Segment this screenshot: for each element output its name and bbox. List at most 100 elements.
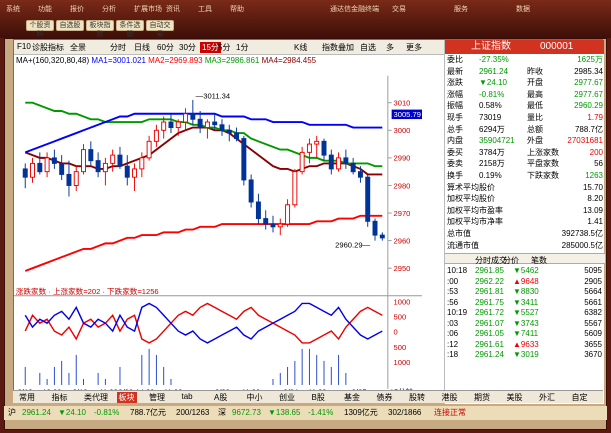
toolbar-item[interactable]: 1分 [236, 42, 248, 53]
candle-body [255, 201, 261, 220]
tick-volume: ▲9648 [513, 276, 539, 286]
status-index1-pct: -0.81% [94, 408, 120, 417]
bottom-tab[interactable]: 类代理 [84, 392, 108, 403]
candle-body [314, 140, 320, 145]
candle-body [22, 168, 28, 178]
quote-value: 0.19% [479, 171, 502, 180]
toolbar-item[interactable]: 分时 [110, 42, 126, 53]
menu-item[interactable]: 帮助 [230, 4, 244, 14]
top-link[interactable]: 数据 [516, 4, 530, 14]
quote-value: 200 [589, 147, 603, 157]
tick-row: :53 2961.81 ▼8830 5664 [445, 287, 605, 296]
quote-row: 算术平均股价 15.70 [445, 183, 605, 193]
bottom-tab[interactable]: 美股 [507, 392, 523, 403]
tick-time: :53 [447, 287, 459, 296]
quote-value: 35904721 [479, 136, 515, 146]
quote-row: 总手 6294万 总额 788.7亿 [445, 125, 605, 135]
toolbar-item[interactable]: 指标 [48, 42, 64, 53]
bottom-tab[interactable]: 股转 [409, 392, 425, 403]
top-link[interactable]: 交易 [392, 4, 406, 14]
bottom-tab[interactable]: 自定 [572, 392, 588, 403]
toolbar-item[interactable]: F10 [17, 42, 31, 51]
menu-item[interactable]: 扩展市场 [134, 4, 162, 14]
tick-time: :03 [447, 318, 459, 328]
status-index1-ud: 200/1263 [176, 408, 210, 417]
quote-label: 换手 [447, 171, 463, 180]
bottom-tab[interactable]: 板块 [116, 392, 137, 403]
quote-tab[interactable]: 笔数 [531, 255, 547, 266]
toolbar-item[interactable]: 60分 [157, 42, 174, 53]
tool-button[interactable]: 自选股 [56, 20, 84, 31]
quote-value: 1263 [585, 171, 603, 180]
menu-item[interactable]: 报价 [70, 4, 84, 14]
toolbar-item[interactable]: 指数叠加 [322, 42, 354, 53]
quote-row: 委比 -27.35% 1625万 [445, 55, 605, 65]
tick-volume: ▼3411 [513, 297, 539, 307]
top-link[interactable]: 服务 [454, 4, 468, 14]
bottom-tab[interactable]: tab [182, 392, 193, 401]
bottom-tab[interactable]: 创业 [279, 392, 295, 403]
menu-item[interactable]: 资讯 [166, 4, 180, 14]
bottom-tab[interactable]: B股 [312, 392, 325, 403]
toolbar-item[interactable]: 日线 [134, 42, 150, 53]
tick-row: 10:19 2961.72 ▼5527 6382 [445, 308, 605, 317]
bottom-tab[interactable]: 期货 [474, 392, 490, 403]
toolbar-item[interactable]: 30分 [179, 42, 196, 53]
bottom-tab[interactable]: 指标 [52, 392, 68, 403]
quote-value: 1625万 [577, 55, 603, 64]
status-index1: 2961.24 [22, 408, 51, 417]
candle-body [270, 223, 276, 228]
ma4-value: MA4=2984.455 [261, 56, 317, 65]
bottom-tab[interactable]: 债券 [377, 392, 393, 403]
quote-value: 788.7亿 [574, 124, 603, 134]
quote-tabs: 分时成交 分价 笔数 [445, 253, 605, 266]
tool-button[interactable]: 板块指数 [86, 20, 114, 38]
toolbar-item[interactable]: 诊股 [32, 42, 48, 53]
quote-tab[interactable]: 分价 [503, 255, 519, 266]
quote-value: 2977.67 [574, 78, 603, 88]
candle-body [73, 171, 79, 186]
bottom-tab[interactable]: 基金 [344, 392, 360, 403]
candle-body [241, 138, 247, 181]
toolbar-item[interactable]: 5分 [218, 42, 230, 53]
quote-label: 最低 [527, 101, 543, 111]
bottom-tab[interactable]: 外汇 [539, 392, 555, 403]
kline-chart[interactable]: 3010 3000 2990 2980 2970 2960 2950 3005.79 —3011… [14, 66, 422, 406]
candle-body [102, 162, 108, 173]
bottom-tab[interactable]: 常用 [19, 392, 35, 403]
quote-label: 下跌家数 [527, 171, 559, 180]
menu-item[interactable]: 分析 [102, 4, 116, 14]
toolbar-item[interactable]: 自选 [360, 42, 376, 53]
candle-body [350, 162, 356, 173]
quote-label: 流通市值 [447, 240, 479, 250]
ma3-value: MA3=2986.861 [204, 56, 260, 65]
quote-row: 加权平均市净率 1.41 [445, 217, 605, 227]
menu-item[interactable]: 工具 [198, 4, 212, 14]
menu-item[interactable]: 系统 [6, 4, 20, 14]
tick-price: 2961.81 [475, 287, 504, 296]
candle-body [132, 168, 138, 178]
tool-button[interactable]: 条件选股 [116, 20, 144, 38]
toolbar-item[interactable]: K线 [294, 42, 307, 53]
tool-button[interactable]: 个股资料 [26, 20, 54, 38]
bottom-tab[interactable]: 中小 [247, 392, 263, 403]
top-link[interactable]: 通达信金融终端 [330, 4, 379, 14]
quote-value: 285000.5亿 [561, 240, 603, 250]
quote-label: 平盘家数 [527, 159, 559, 169]
tool-button[interactable]: 自动交易 [146, 20, 174, 38]
toolbar-item[interactable]: 更多 [406, 42, 422, 53]
quote-value: 3784万 [479, 147, 505, 157]
quote-label: 算术平均股价 [447, 182, 495, 192]
quote-label: 委比 [447, 55, 463, 64]
quote-code: 000001 [540, 41, 574, 52]
toolbar-item[interactable]: 全景 [70, 42, 86, 53]
ma-legend: MA+(160,320,80,48) MA1=3001.021 MA2=2969… [16, 56, 316, 65]
quote-value: -0.81% [479, 89, 505, 99]
candle-body [226, 129, 232, 134]
menu-item[interactable]: 功能 [38, 4, 52, 14]
toolbar-item[interactable]: 多 [386, 42, 394, 53]
candle-body [124, 165, 130, 178]
bottom-tab[interactable]: 港股 [442, 392, 458, 403]
bottom-tab[interactable]: A股 [214, 392, 227, 403]
bottom-tab[interactable]: 管理 [149, 392, 165, 403]
